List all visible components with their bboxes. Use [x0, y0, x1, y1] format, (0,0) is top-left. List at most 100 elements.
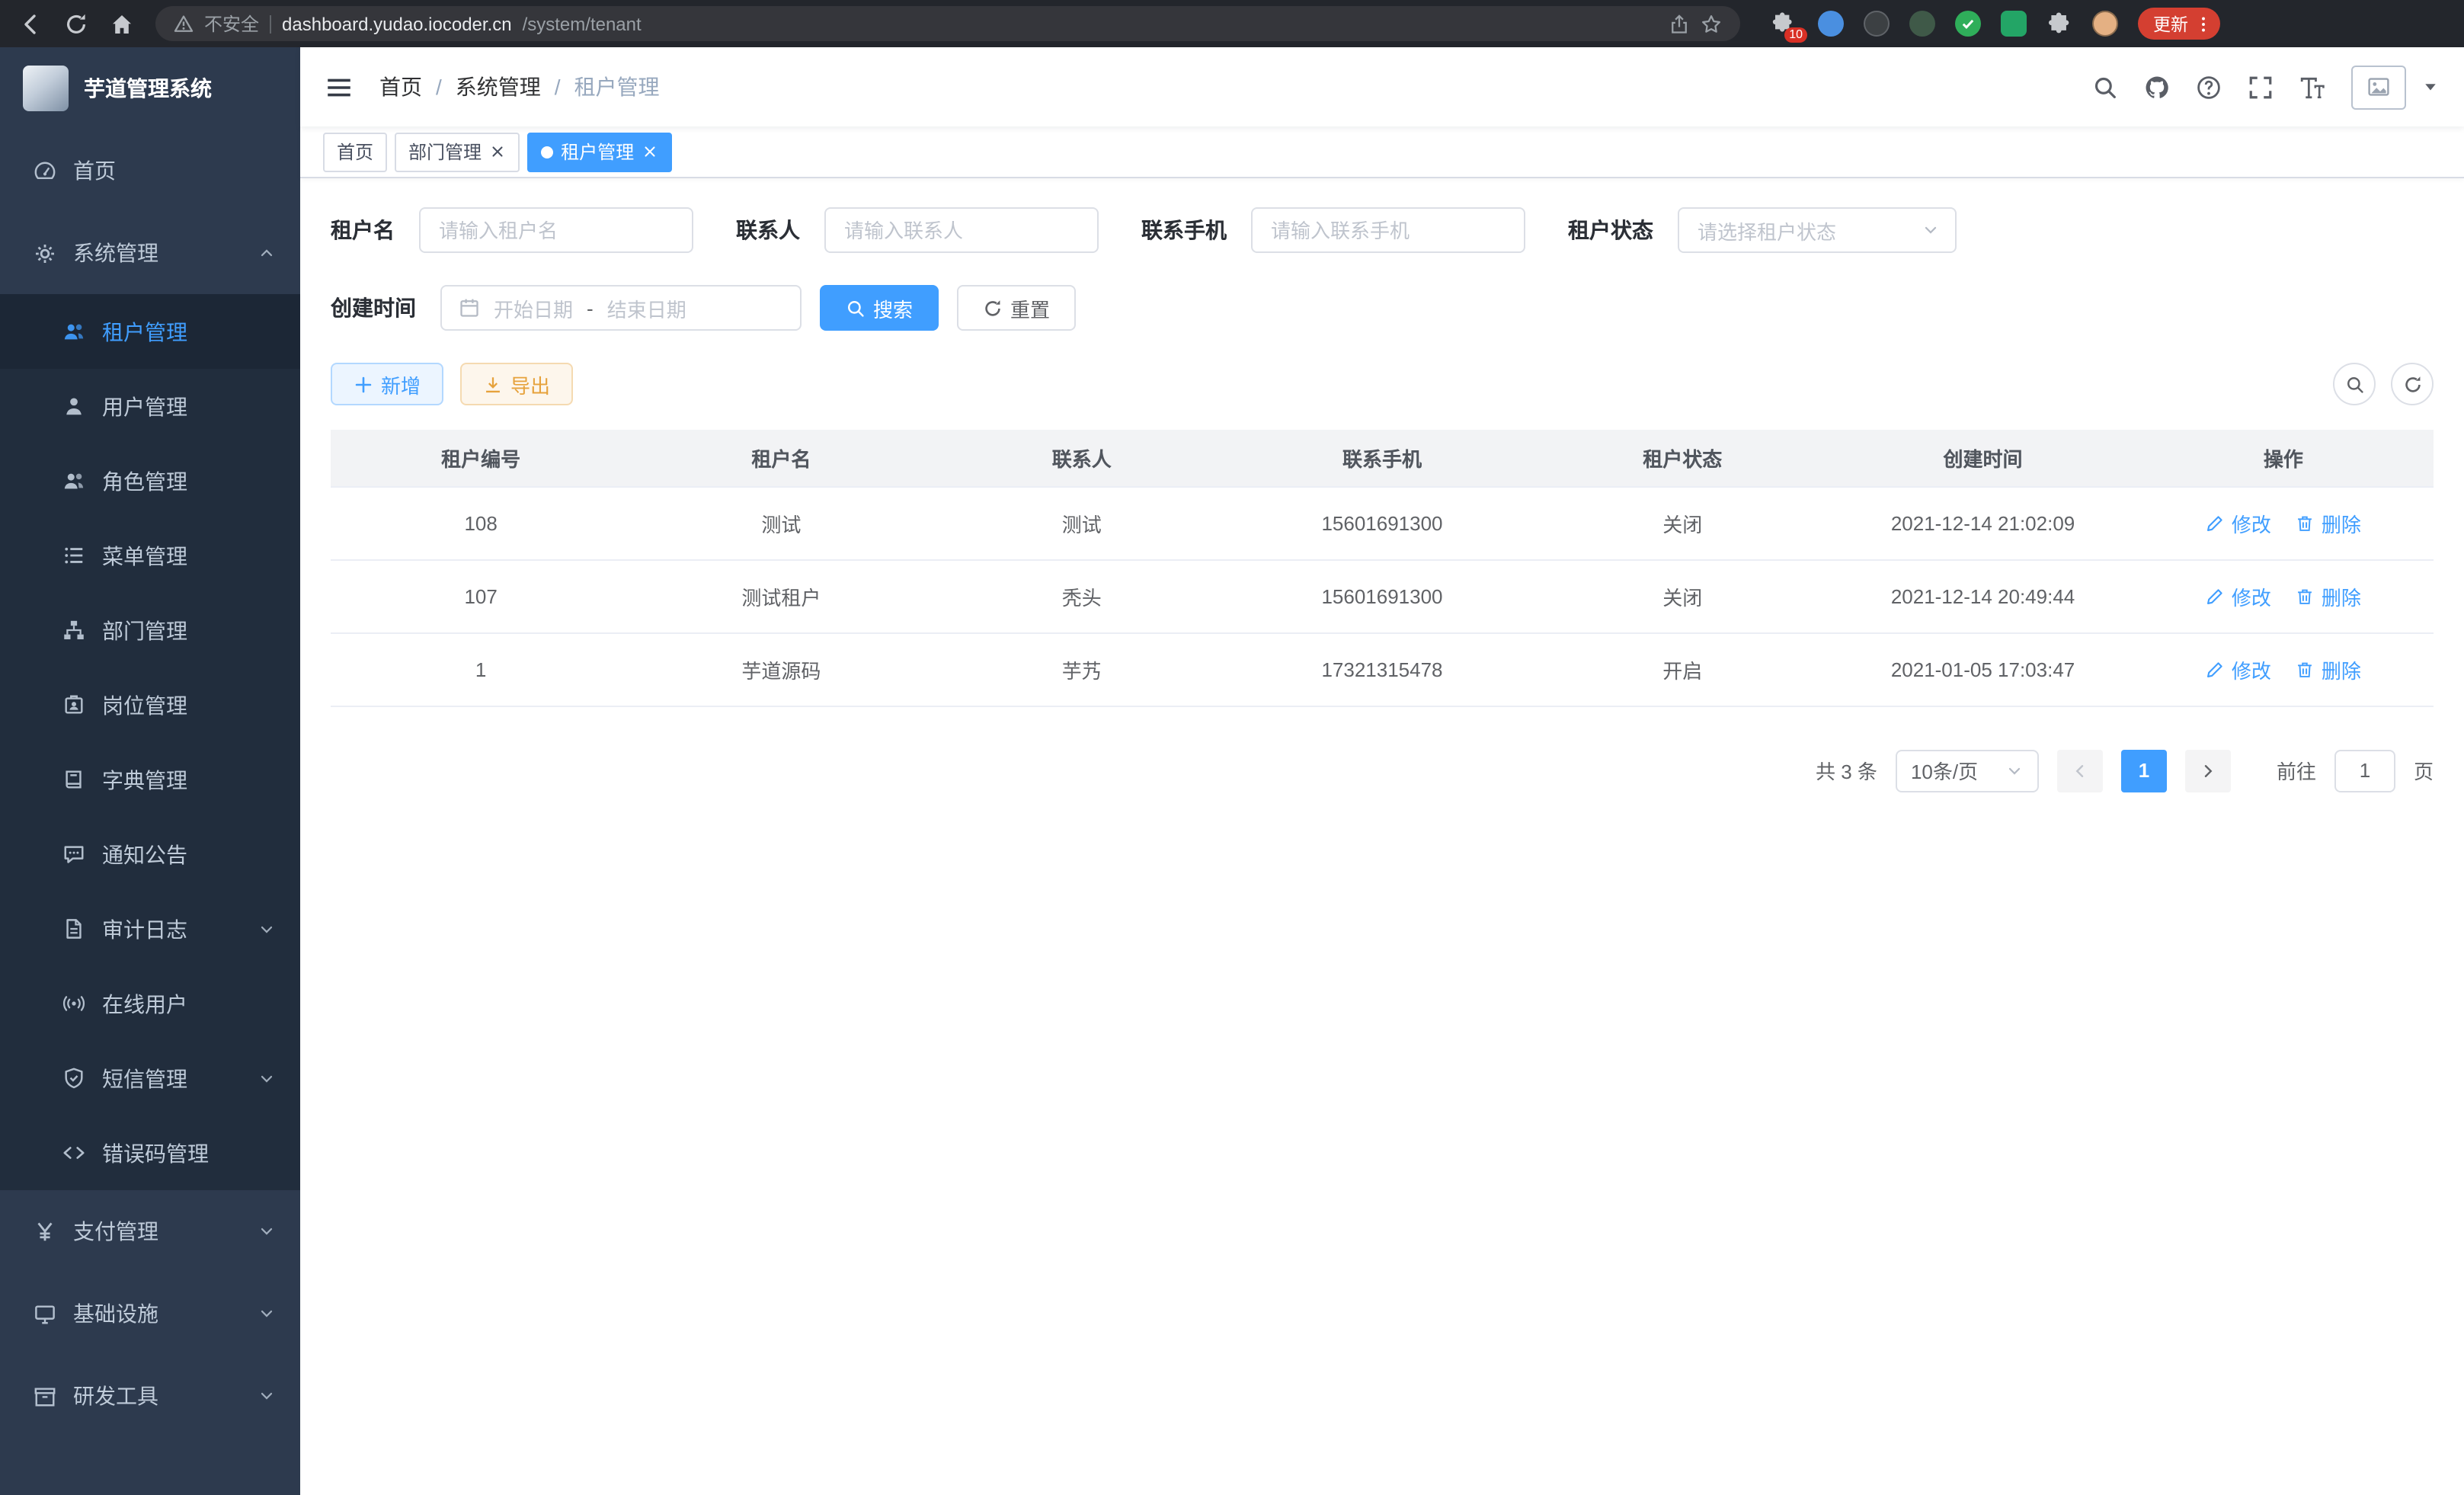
extension-green-icon[interactable]	[2001, 11, 2027, 37]
caret-down-icon[interactable]	[2421, 78, 2440, 96]
close-icon[interactable]	[489, 143, 506, 160]
contact-input[interactable]	[824, 207, 1099, 253]
date-range-picker[interactable]: 开始日期 - 结束日期	[440, 285, 802, 331]
chevron-down-icon	[258, 1069, 276, 1087]
export-button[interactable]: 导出	[460, 363, 573, 405]
main-panel: 首页 / 系统管理 / 租户管理	[300, 47, 2464, 1495]
update-button[interactable]: 更新	[2138, 8, 2220, 40]
sidebar-item-dept[interactable]: 部门管理	[0, 593, 300, 667]
search-button[interactable]: 搜索	[820, 285, 939, 331]
help-icon[interactable]	[2196, 74, 2222, 100]
date-start-placeholder: 开始日期	[494, 293, 573, 322]
sidebar-item-notice[interactable]: 通知公告	[0, 817, 300, 892]
sidebar-item-error-code[interactable]: 错误码管理	[0, 1116, 300, 1190]
extension-olive-icon[interactable]	[1909, 11, 1935, 37]
search-icon	[2344, 374, 2364, 394]
extensions-menu-icon[interactable]	[2046, 11, 2072, 37]
delete-link[interactable]: 删除	[2296, 581, 2361, 610]
sidebar-item-post[interactable]: 岗位管理	[0, 667, 300, 742]
sidebar-item-user[interactable]: 用户管理	[0, 369, 300, 443]
search-icon[interactable]	[2092, 74, 2118, 100]
pencil-icon	[2206, 513, 2226, 533]
edit-link[interactable]: 修改	[2206, 655, 2271, 683]
tabs-bar: 首页 部门管理 租户管理	[300, 126, 2464, 178]
code-icon	[62, 1141, 85, 1164]
user-avatar[interactable]	[2351, 65, 2406, 109]
close-icon[interactable]	[642, 143, 658, 160]
add-button[interactable]: 新增	[331, 363, 443, 405]
breadcrumb-separator: /	[555, 75, 561, 99]
sidebar-item-payment[interactable]: 支付管理	[0, 1190, 300, 1273]
security-warning-icon	[174, 14, 194, 34]
goto-page-input[interactable]	[2334, 749, 2395, 792]
url-path: /system/tenant	[523, 13, 642, 34]
table-tools	[2333, 363, 2434, 405]
hamburger-icon[interactable]	[325, 74, 354, 100]
announcement-icon	[62, 843, 85, 866]
browser-extensions: 10 更新	[1771, 8, 2220, 40]
sidebar-item-home[interactable]: 首页	[0, 130, 300, 212]
delete-link[interactable]: 删除	[2296, 508, 2361, 537]
sidebar-item-dev-tools[interactable]: 研发工具	[0, 1355, 300, 1437]
browser-back-icon[interactable]	[18, 11, 43, 36]
tab-dept[interactable]: 部门管理	[395, 132, 520, 171]
sidebar-item-menu[interactable]: 菜单管理	[0, 518, 300, 593]
sidebar-item-audit-log[interactable]: 审计日志	[0, 892, 300, 966]
bookmark-star-icon[interactable]	[1701, 13, 1722, 34]
tenant-table: 租户编号 租户名 联系人 联系手机 租户状态 创建时间 操作 108 测试	[331, 430, 2434, 706]
calendar-icon	[459, 297, 480, 319]
browser-home-icon[interactable]	[110, 11, 134, 36]
sms-shield-icon	[62, 1067, 85, 1090]
edit-link[interactable]: 修改	[2206, 508, 2271, 537]
tenant-icon	[62, 320, 85, 343]
sidebar-item-dict[interactable]: 字典管理	[0, 742, 300, 817]
book-icon	[62, 768, 85, 791]
refresh-table-button[interactable]	[2391, 363, 2434, 405]
sidebar-item-role[interactable]: 角色管理	[0, 443, 300, 518]
fullscreen-icon[interactable]	[2248, 74, 2274, 100]
tab-home[interactable]: 首页	[323, 132, 387, 171]
goto-label: 前往	[2277, 756, 2316, 785]
phone-input[interactable]	[1251, 207, 1525, 253]
extension-blue-icon[interactable]	[1818, 11, 1844, 37]
github-icon[interactable]	[2144, 74, 2170, 100]
prev-page-button[interactable]	[2057, 749, 2103, 792]
font-size-icon[interactable]	[2299, 74, 2325, 100]
next-page-button[interactable]	[2185, 749, 2231, 792]
pencil-icon	[2206, 659, 2226, 679]
chevron-down-icon	[258, 1222, 276, 1240]
tenant-name-input[interactable]	[419, 207, 693, 253]
delete-link[interactable]: 删除	[2296, 655, 2361, 683]
profile-avatar[interactable]	[2092, 11, 2118, 37]
status-select[interactable]: 请选择租户状态	[1678, 207, 1957, 253]
sidebar-item-infra[interactable]: 基础设施	[0, 1273, 300, 1355]
plus-icon	[354, 374, 373, 394]
table-row: 108 测试 测试 15601691300 关闭 2021-12-14 21:0…	[331, 486, 2434, 559]
sidebar-item-system[interactable]: 系统管理	[0, 212, 300, 294]
breadcrumb-home[interactable]: 首页	[379, 72, 422, 102]
extension-dark-icon[interactable]	[1864, 11, 1890, 37]
logo-image	[23, 66, 69, 111]
sidebar-item-sms[interactable]: 短信管理	[0, 1041, 300, 1116]
tab-tenant[interactable]: 租户管理	[527, 132, 672, 171]
reset-button[interactable]: 重置	[957, 285, 1076, 331]
address-bar[interactable]: 不安全 dashboard.yudao.iocoder.cn/system/te…	[155, 6, 1740, 41]
browser-reload-icon[interactable]	[64, 11, 88, 36]
edit-link[interactable]: 修改	[2206, 581, 2271, 610]
sidebar-item-tenant[interactable]: 租户管理	[0, 294, 300, 369]
dashboard-icon	[34, 159, 56, 182]
extension-badged-icon[interactable]: 10	[1771, 10, 1798, 37]
more-vert-icon	[2194, 14, 2213, 33]
url-host: dashboard.yudao.iocoder.cn	[282, 13, 512, 34]
page-size-select[interactable]: 10条/页	[1896, 749, 2039, 792]
app-logo[interactable]: 芋道管理系统	[0, 47, 300, 130]
col-tenant-id: 租户编号	[331, 430, 631, 486]
extension-check-icon[interactable]	[1955, 11, 1981, 37]
share-icon[interactable]	[1669, 13, 1690, 34]
sidebar: 芋道管理系统 首页 系统管理 租户管理	[0, 47, 300, 1495]
sidebar-item-online-users[interactable]: 在线用户	[0, 966, 300, 1041]
toggle-search-button[interactable]	[2333, 363, 2376, 405]
online-icon	[62, 992, 85, 1015]
breadcrumb-system[interactable]: 系统管理	[456, 72, 541, 102]
page-number-1[interactable]: 1	[2121, 749, 2167, 792]
